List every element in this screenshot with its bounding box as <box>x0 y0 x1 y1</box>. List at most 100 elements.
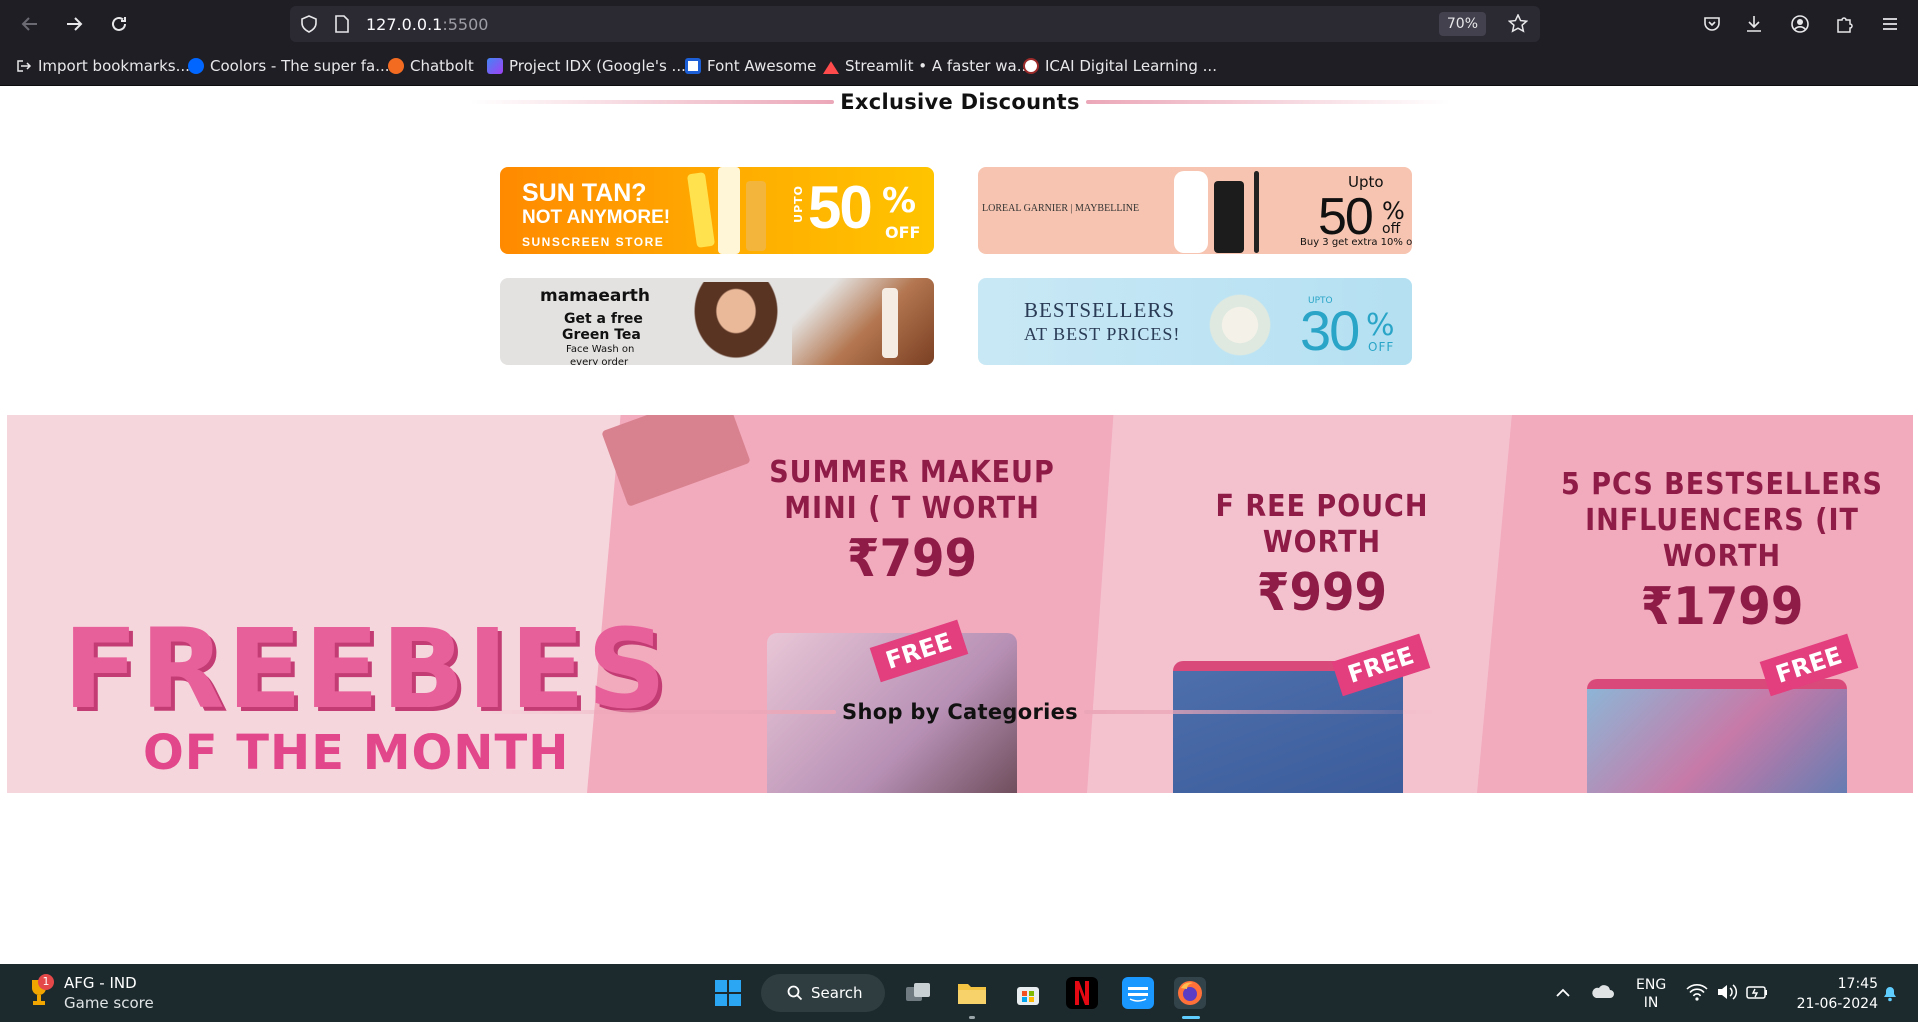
zoom-level[interactable]: 70% <box>1438 12 1486 36</box>
promo-headline: SUN TAN? <box>522 179 647 207</box>
section-title: Shop by Categories <box>842 700 1078 724</box>
section-title: Exclusive Discounts <box>840 90 1080 114</box>
bookmark-star-icon[interactable] <box>1508 14 1528 34</box>
pocket-icon[interactable] <box>1700 12 1724 36</box>
offer-free-pouch[interactable]: F REE POUCH WORTH ₹999 <box>1157 489 1487 625</box>
promo-headline: BESTSELLERS <box>1024 298 1176 322</box>
promo-mamaearth[interactable]: mamaearth Get a free Green Tea Face Wash… <box>500 278 934 365</box>
bookmark-streamlit[interactable]: Streamlit • A faster wa... <box>823 57 1031 75</box>
bookmark-label: Chatbolt <box>410 57 474 75</box>
bookmarks-bar: Import bookmarks... Coolors - The super … <box>0 48 1918 86</box>
offer-line: 5 PCS BESTSELLERS <box>1561 467 1883 502</box>
reload-icon <box>112 16 126 31</box>
icai-icon <box>1023 58 1039 74</box>
chevron-up-icon[interactable] <box>1554 984 1572 1002</box>
bookmark-icai[interactable]: ICAI Digital Learning ... <box>1023 57 1217 75</box>
exclusive-discounts-heading: Exclusive Discounts <box>470 86 1451 118</box>
coolors-icon <box>188 58 204 74</box>
widget-subtitle: Game score <box>64 994 154 1012</box>
offer-price: ₹1799 <box>1640 577 1804 637</box>
streamlit-icon <box>823 61 839 74</box>
taskbar-search[interactable]: Search <box>761 974 885 1012</box>
firefox-button[interactable] <box>1174 977 1206 1009</box>
product-tube-image <box>1214 181 1244 253</box>
offer-summer-kit[interactable]: SUMMER MAKEUP MINI ( T WORTH ₹799 <box>747 455 1077 591</box>
os-taskbar: 1 AFG - IND Game score Search ENG IN 17:… <box>0 964 1918 1022</box>
clock[interactable]: 17:45 21-06-2024 <box>1782 974 1878 1014</box>
promo-loreal[interactable]: LOREAL GARNIER | MAYBELLINE Upto 50 % of… <box>978 167 1412 254</box>
promo-bestsellers[interactable]: BESTSELLERS AT BEST PRICES! UPTO 30 % OF… <box>978 278 1412 365</box>
browser-toolbar: 127.0.0.1:5500 70% <box>0 0 1918 48</box>
volume-icon[interactable] <box>1716 982 1738 1002</box>
promo-off: off <box>1382 221 1401 237</box>
folder-icon <box>958 984 986 1004</box>
netflix-icon <box>1075 981 1089 1005</box>
language-code: ENG <box>1636 977 1667 993</box>
promo-off: OFF <box>1368 340 1395 354</box>
promo-upto: UPTO <box>792 185 805 223</box>
reload-button[interactable] <box>105 10 133 38</box>
url-text: 127.0.0.1:5500 <box>366 15 488 34</box>
back-button[interactable] <box>16 10 44 38</box>
model-image <box>688 282 784 365</box>
import-icon <box>17 60 32 72</box>
offer-price: ₹999 <box>1256 563 1388 623</box>
clock-date: 21-06-2024 <box>1796 996 1878 1012</box>
heading-divider-right <box>1083 710 1450 714</box>
battery-icon[interactable] <box>1746 982 1768 1002</box>
notification-badge: 1 <box>38 974 54 990</box>
bookmark-project-idx[interactable]: Project IDX (Google's ... <box>487 57 686 75</box>
promo-line: Get a free <box>564 311 643 327</box>
font-awesome-icon <box>685 58 701 74</box>
onedrive-cloud-icon[interactable] <box>1590 982 1614 1002</box>
task-view-button[interactable] <box>902 977 934 1009</box>
freebies-banner[interactable]: FREEBIES OF THE MONTH SUMMER MAKEUP MINI… <box>7 415 1913 793</box>
promo-brand: mamaearth <box>540 286 650 306</box>
downloads-icon[interactable] <box>1742 12 1766 36</box>
promo-sunscreen[interactable]: SUN TAN? NOT ANYMORE! SUNSCREEN STORE UP… <box>500 167 934 254</box>
bookmark-label: ICAI Digital Learning ... <box>1045 57 1217 75</box>
promo-subheadline: AT BEST PRICES! <box>1024 324 1181 344</box>
store-button[interactable] <box>1012 977 1044 1009</box>
bookmark-chatbolt[interactable]: Chatbolt <box>388 57 474 75</box>
promo-line: Green Tea <box>562 327 641 343</box>
widget-title: AFG - IND <box>64 974 137 992</box>
promo-line: Face Wash on <box>566 344 635 355</box>
bookmark-label: Streamlit • A faster wa... <box>845 57 1031 75</box>
prime-video-button[interactable] <box>1122 977 1154 1009</box>
url-port: :5500 <box>442 15 489 34</box>
promo-store-label: SUNSCREEN STORE <box>522 235 665 249</box>
account-icon[interactable] <box>1788 12 1812 36</box>
promo-percent-sign: % <box>1366 308 1395 343</box>
start-button[interactable] <box>712 977 744 1009</box>
promo-subheadline: NOT ANYMORE! <box>522 207 671 228</box>
bookmark-font-awesome[interactable]: Font Awesome <box>685 57 816 75</box>
menu-icon[interactable] <box>1878 12 1902 36</box>
bookmark-coolors[interactable]: Coolors - The super fa... <box>188 57 390 75</box>
extensions-icon[interactable] <box>1832 12 1856 36</box>
notification-bell-icon[interactable] <box>1880 983 1900 1003</box>
forward-button[interactable] <box>60 10 88 38</box>
heading-divider-left <box>470 100 835 104</box>
wifi-icon[interactable] <box>1686 982 1708 1002</box>
bookmark-label: Import bookmarks... <box>38 57 190 75</box>
weather-widget[interactable]: 1 AFG - IND Game score <box>26 972 186 1014</box>
netflix-button[interactable] <box>1066 977 1098 1009</box>
bookmark-import[interactable]: Import bookmarks... <box>16 57 190 75</box>
clock-time: 17:45 <box>1837 976 1878 992</box>
region-code: IN <box>1643 995 1659 1011</box>
sunscreen-jar-image <box>746 181 766 251</box>
product-bottle-image <box>1174 171 1208 253</box>
product-pencil-image <box>1254 171 1259 253</box>
firefox-icon <box>1178 981 1202 1005</box>
face-wash-bottle-image <box>882 288 898 358</box>
language-indicator[interactable]: ENG IN <box>1636 976 1666 1012</box>
address-bar[interactable]: 127.0.0.1:5500 70% <box>290 6 1540 42</box>
page-content: Exclusive Discounts SUN TAN? NOT ANYMORE… <box>0 86 1918 964</box>
shield-icon[interactable] <box>300 15 318 33</box>
file-explorer-button[interactable] <box>956 977 988 1009</box>
running-app-indicator <box>969 1016 975 1019</box>
bookmark-label: Project IDX (Google's ... <box>509 57 686 75</box>
offer-bestsellers-kit[interactable]: 5 PCS BESTSELLERS INFLUENCERS (IT WORTH … <box>1547 467 1897 639</box>
heading-divider-right <box>1085 100 1451 104</box>
